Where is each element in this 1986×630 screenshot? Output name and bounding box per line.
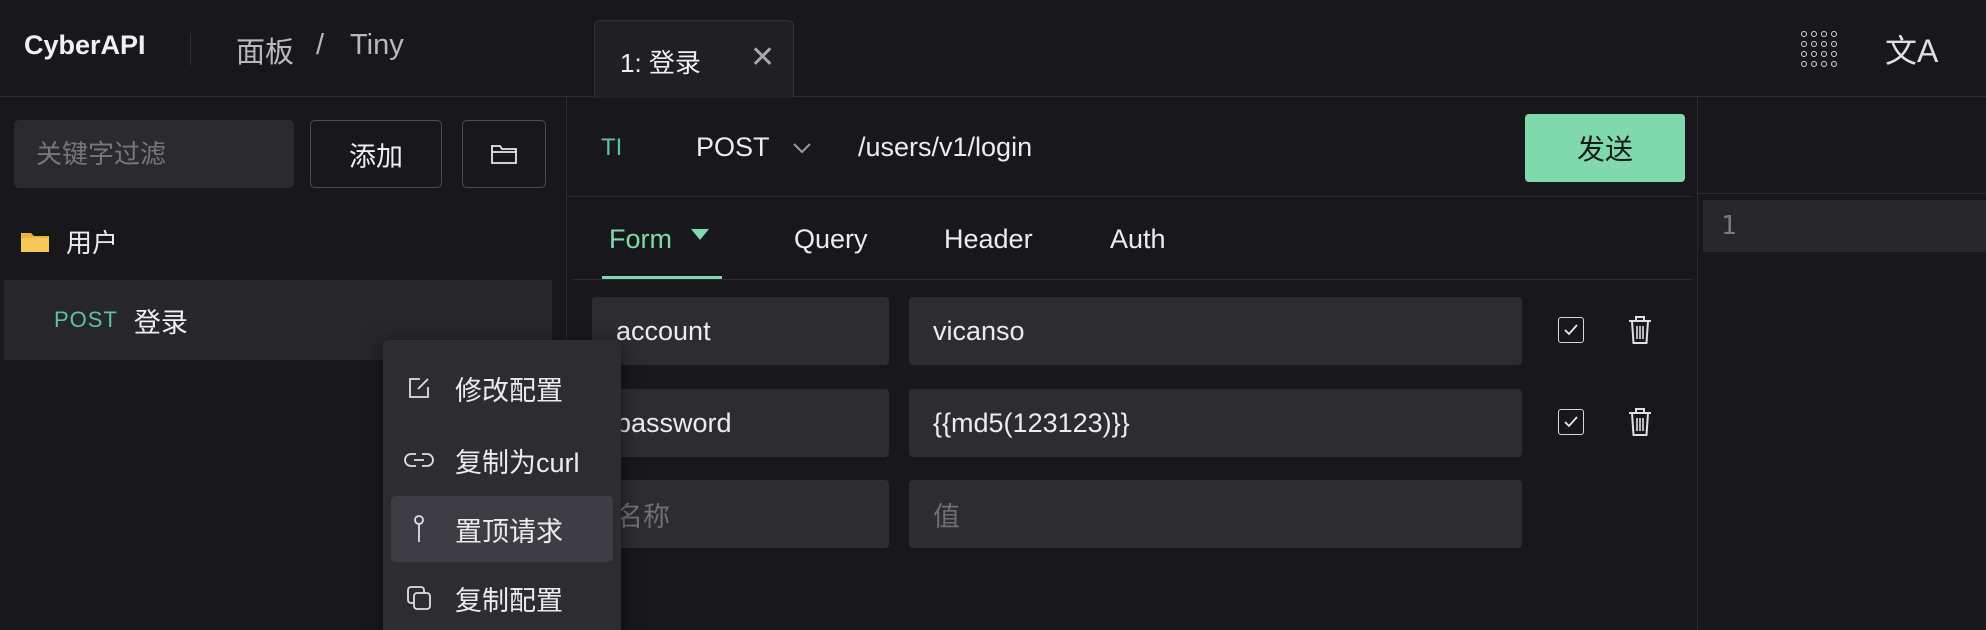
param-value-field[interactable]: {{md5(123123)}}	[909, 389, 1522, 457]
breadcrumb-dashboard[interactable]: 面板	[236, 29, 294, 71]
folder-label: 用户	[66, 227, 119, 258]
method-value: POST	[696, 132, 770, 162]
url-input[interactable]: /users/v1/login	[858, 132, 1032, 163]
copy-icon	[397, 584, 441, 612]
menu-item-edit-config[interactable]: 修改配置	[391, 355, 613, 421]
urlbar-divider	[567, 196, 1692, 197]
tab-login[interactable]: 1: 登录 ✕	[594, 20, 794, 98]
enable-checkbox[interactable]	[1558, 317, 1584, 343]
menu-item-label: 置顶请求	[455, 516, 563, 547]
edit-icon	[397, 375, 441, 401]
menu-item-copy-curl[interactable]: 复制为curl	[391, 427, 613, 493]
request-name: 登录	[133, 307, 188, 338]
add-button[interactable]: 添加	[310, 120, 442, 188]
menu-item-label: 复制配置	[455, 585, 563, 616]
check-icon	[1564, 416, 1578, 428]
main-divider	[1697, 97, 1698, 630]
header-divider	[190, 33, 191, 65]
open-folder-button[interactable]	[462, 120, 546, 188]
folder-outline-icon	[491, 145, 517, 164]
response-divider	[1698, 193, 1986, 194]
tab-header[interactable]: Header	[944, 224, 1033, 255]
trash-icon[interactable]	[1626, 314, 1654, 346]
method-tag: TI	[601, 134, 623, 161]
enable-checkbox[interactable]	[1558, 409, 1584, 435]
search-input[interactable]	[14, 120, 294, 188]
method-select[interactable]: POST	[696, 132, 812, 163]
breadcrumb-project[interactable]: Tiny	[350, 29, 404, 62]
tab-form[interactable]: Form	[609, 224, 672, 255]
trash-icon[interactable]	[1626, 406, 1654, 438]
tab-label: 1: 登录	[620, 48, 701, 78]
folder-users[interactable]: 用户	[20, 223, 118, 259]
new-param-name-field[interactable]: 名称	[592, 480, 889, 548]
menu-item-label: 修改配置	[455, 375, 563, 406]
close-icon[interactable]: ✕	[750, 40, 775, 75]
param-name-field[interactable]: account	[592, 297, 889, 365]
top-header	[0, 0, 1986, 97]
tab-query[interactable]: Query	[794, 224, 868, 255]
param-name-field[interactable]: password	[592, 389, 889, 457]
check-icon	[1564, 324, 1578, 336]
line-number: 1	[1721, 211, 1737, 241]
apps-grid-icon[interactable]	[1801, 31, 1837, 67]
folder-icon	[21, 233, 49, 252]
new-param-value-field[interactable]: 值	[909, 480, 1522, 548]
translate-icon[interactable]: 文A	[1885, 26, 1938, 72]
menu-item-label: 复制为curl	[455, 447, 580, 478]
tab-auth[interactable]: Auth	[1110, 224, 1166, 255]
context-menu: 修改配置 复制为curl 置顶请求 复制配置	[383, 340, 621, 630]
param-value-field[interactable]: vicanso	[909, 297, 1522, 365]
menu-item-copy-config[interactable]: 复制配置	[391, 565, 613, 630]
pin-icon	[397, 514, 441, 544]
tabs-divider	[573, 279, 1693, 280]
app-logo: CyberAPI	[24, 30, 146, 60]
response-line: 1	[1703, 200, 1986, 252]
chevron-down-icon	[792, 142, 811, 153]
request-method: POST	[54, 307, 118, 332]
breadcrumb-separator: /	[316, 29, 325, 61]
caret-down-icon[interactable]	[691, 229, 709, 240]
menu-item-pin-request[interactable]: 置顶请求	[391, 496, 613, 562]
link-icon	[397, 451, 441, 469]
send-button[interactable]: 发送	[1525, 114, 1685, 182]
